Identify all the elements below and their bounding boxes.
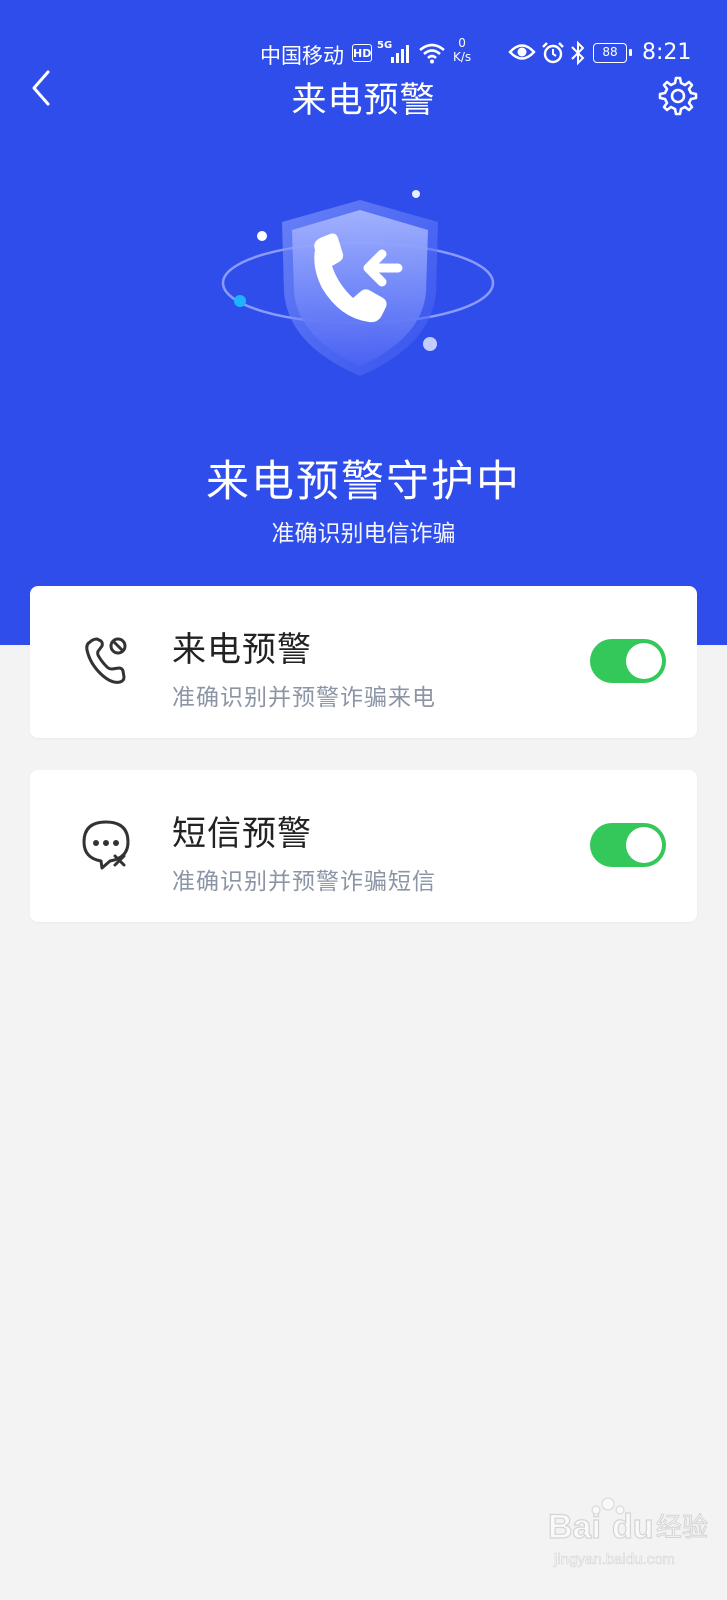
svg-text:Bai: Bai [548,1508,601,1546]
eye-icon [508,44,536,60]
toggle-knob [626,827,662,863]
hd-badge: HD [352,44,372,62]
sms-alert-toggle[interactable] [590,823,666,867]
shield-phone-illustration [221,190,495,376]
call-alert-title: 来电预警 [172,630,312,670]
carrier-label: 中国移动 [260,44,344,68]
message-block-icon [82,820,130,870]
baidu-watermark-logo: Bai du 经验 jingyan.baidu.com [548,1497,709,1568]
call-alert-desc: 准确识别并预警诈骗来电 [172,685,436,711]
hero-subtitle: 准确识别电信诈骗 [271,521,456,547]
clock: 8:21 [642,40,692,65]
speed-value: 0 [458,36,466,50]
toggle-knob [626,643,662,679]
sms-alert-desc: 准确识别并预警诈骗短信 [172,869,436,895]
signal-icon [391,45,409,63]
battery-icon: 88 [593,43,632,63]
network-speed: 0 K/s [453,36,471,64]
svg-text:经验: 经验 [656,1513,708,1543]
sms-alert-title: 短信预警 [172,814,312,854]
bluetooth-icon [571,40,585,66]
status-bar: 中国移动 HD 5G 0 K/s 88 8:21 [0,36,727,72]
call-alert-card[interactable]: 来电预警 准确识别并预警诈骗来电 [30,586,697,738]
hero-title: 来电预警守护中 [206,457,521,507]
sms-alert-card[interactable]: 短信预警 准确识别并预警诈骗短信 [30,770,697,922]
page-title: 来电预警 [291,81,436,121]
svg-text:jingyan.baidu.com: jingyan.baidu.com [553,1551,675,1568]
phone-block-icon [85,637,127,684]
alarm-icon [542,42,564,64]
speed-unit: K/s [453,50,472,64]
settings-gear-icon[interactable] [655,74,699,118]
wifi-icon [419,43,445,64]
call-alert-toggle[interactable] [590,639,666,683]
